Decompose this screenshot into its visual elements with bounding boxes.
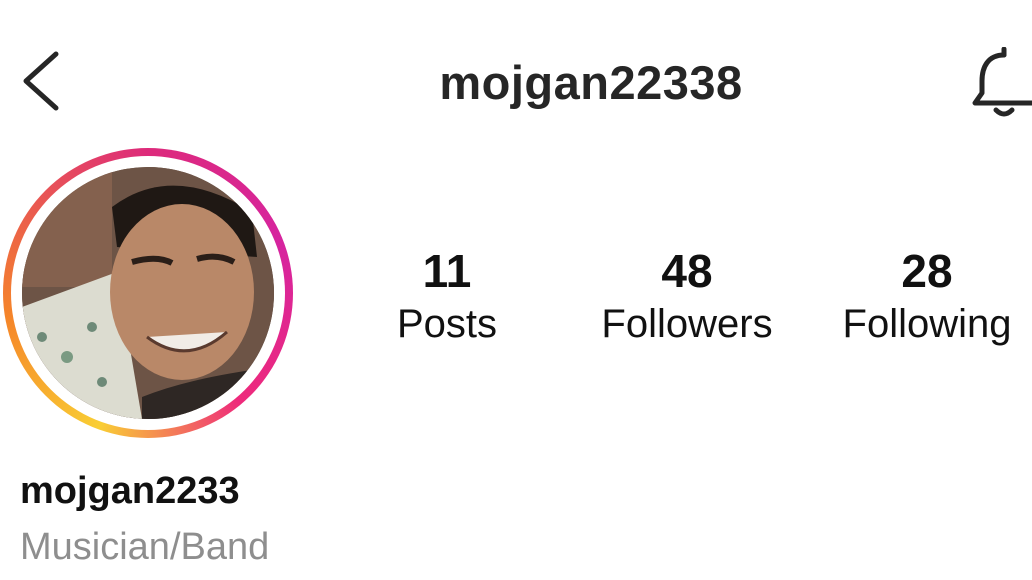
avatar-photo (22, 167, 274, 419)
bell-icon (972, 46, 1032, 117)
posts-stat[interactable]: 11 Posts (327, 246, 567, 352)
followers-stat[interactable]: 48 Followers (567, 246, 807, 352)
profile-header: mojgan22338 (0, 0, 1032, 150)
page-title: mojgan22338 (439, 56, 743, 109)
posts-count: 11 (422, 245, 472, 297)
following-stat[interactable]: 28 Following (807, 246, 1032, 352)
profile-name: mojgan2233 (20, 470, 240, 512)
profile-category: Musician/Band (20, 526, 270, 568)
followers-label: Followers (601, 302, 773, 346)
following-label: Following (842, 302, 1012, 346)
avatar[interactable] (22, 167, 274, 419)
avatar-frame (11, 156, 285, 430)
story-ring[interactable] (3, 148, 293, 438)
notifications-button[interactable] (970, 46, 1032, 119)
followers-count: 48 (661, 245, 713, 297)
following-count: 28 (901, 245, 953, 297)
posts-label: Posts (396, 302, 498, 346)
